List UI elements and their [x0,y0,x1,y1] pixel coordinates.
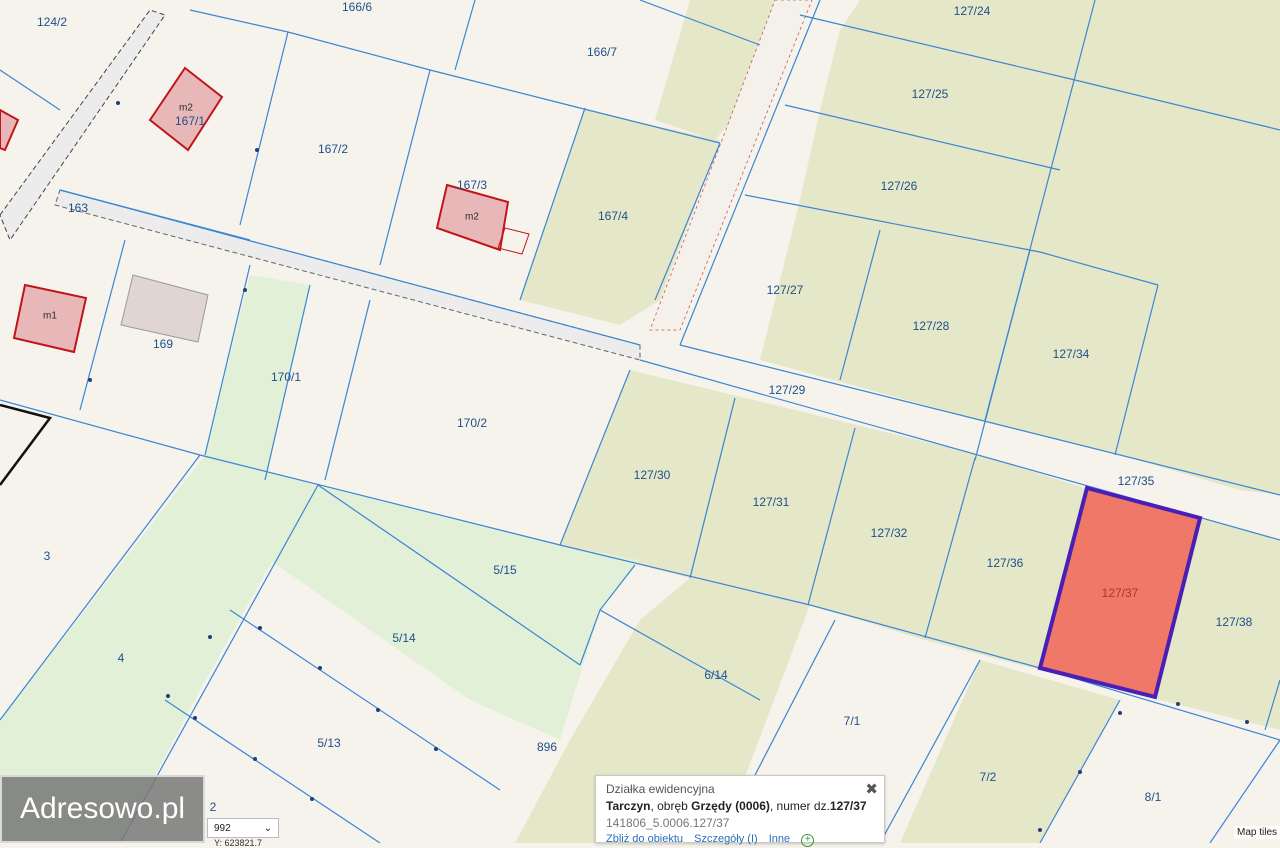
parcel-label: 7/2 [980,770,997,784]
zoom-to-object-link[interactable]: Zbliż do obiektu [606,833,683,845]
popup-title: Działka ewidencyjna [606,782,715,796]
parcel-label: 5/14 [392,631,416,645]
cadastral-map[interactable]: 166/6 166/7 127/24 124/2 167/1 167/2 167… [0,0,1280,843]
adresowo-logo[interactable]: Adresowo.pl [0,775,205,843]
parcel-label: 127/36 [987,556,1024,570]
parcel-label: 8/1 [1145,790,1162,804]
popup-sep: , numer dz. [769,799,830,813]
parcel-label: 167/1 [175,114,205,128]
parcel-label-highlighted: 127/37 [1102,586,1139,600]
building-label: m1 [43,311,57,322]
parcel-label: 896 [537,740,557,754]
plus-icon[interactable]: + [801,834,815,847]
scale-select[interactable]: 992 ⌄ [207,818,279,838]
popup-parcel-description: Tarczyn, obręb Grzędy (0006), numer dz.1… [606,799,874,813]
parcel-label: 127/24 [954,4,991,18]
scale-value: 992 [214,822,231,834]
parcel-label: 127/27 [767,283,804,297]
parcel-label: 127/26 [881,179,918,193]
parcel-label: 5/15 [493,563,517,577]
parcel-label: 127/28 [913,319,950,333]
building-label: m2 [179,103,193,114]
chevron-down-icon: ⌄ [263,822,272,834]
parcel-info-popup: ✖ Działka ewidencyjna Tarczyn, obręb Grz… [595,775,885,847]
parcel-label: 127/34 [1053,347,1090,361]
popup-town: Tarczyn [606,799,651,813]
map-attribution[interactable]: Map tiles [1233,826,1280,839]
parcel-label: 167/4 [598,209,628,223]
popup-number: 127/37 [829,799,867,813]
building-169[interactable] [120,274,209,343]
parcel-label: 127/35 [1118,474,1155,488]
administrative-boundary [0,403,53,486]
other-link[interactable]: Inne [769,833,790,845]
parcel-label: 127/30 [634,468,671,482]
popup-sep: , obręb [650,799,692,813]
parcel-label: 169 [153,337,173,351]
popup-links: Zbliż do obiektu Szczegóły (I) Inne + [606,833,874,847]
parcel-label: 167/3 [457,178,487,192]
parcel-label: 124/2 [37,15,67,29]
parcel-label: 166/7 [587,45,617,59]
coordinate-readout: Y: 623821.7 [214,838,263,848]
building-label: m2 [465,212,479,223]
details-link[interactable]: Szczegóły (I) [694,833,758,845]
parcel-label: 127/38 [1216,615,1253,629]
parcel-label: 170/1 [271,370,301,384]
parcel-label: 2 [210,800,217,814]
parcel-label: 7/1 [844,714,861,728]
parcel-label: 6/14 [704,668,728,682]
popup-precinct: Grzędy (0006) [691,799,770,813]
parcel-label: 127/29 [769,383,806,397]
parcel-label: 167/2 [318,142,348,156]
parcel-label: 3 [44,549,51,563]
close-icon[interactable]: ✖ [865,780,878,798]
parcel-label: 127/32 [871,526,908,540]
parcel-label: 5/13 [317,736,341,750]
parcel-label: 163 [68,201,88,215]
building-partial-left [0,108,20,152]
parcel-label: 127/31 [753,495,790,509]
parcel-label: 170/2 [457,416,487,430]
parcel-label: 127/25 [912,87,949,101]
popup-parcel-id: 141806_5.0006.127/37 [606,816,730,830]
parcel-label: 166/6 [342,0,372,14]
parcel-label: 4 [118,651,125,665]
